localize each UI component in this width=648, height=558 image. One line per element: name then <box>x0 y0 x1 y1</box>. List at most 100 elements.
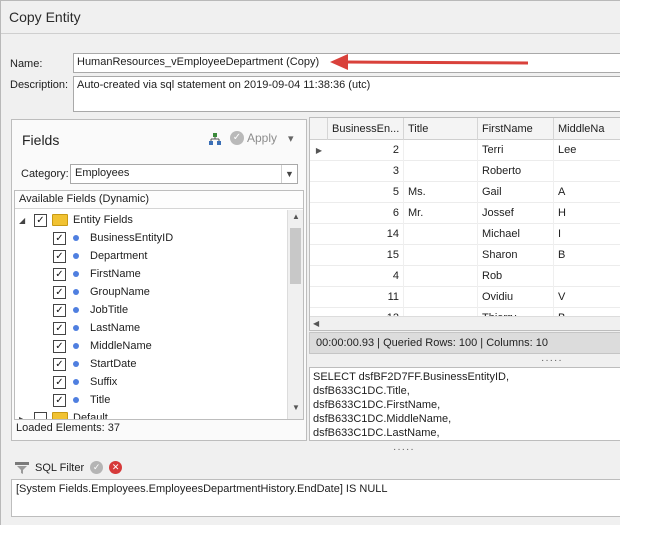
cell[interactable]: Michael <box>478 224 554 245</box>
scroll-up-icon[interactable]: ▲ <box>288 212 303 226</box>
query-status-bar: 00:00:00.93 | Queried Rows: 100 | Column… <box>309 332 620 354</box>
sql-line: dsfB633C1DC.FirstName, <box>313 399 441 411</box>
table-row[interactable]: 3 Roberto <box>310 161 620 182</box>
cell[interactable]: 15 <box>328 245 404 266</box>
cell[interactable]: Terri <box>478 140 554 161</box>
sql-text-box[interactable]: SELECT dsfBF2D7FF.BusinessEntityID, dsfB… <box>309 367 620 441</box>
tree-item[interactable]: ✓ MiddleName <box>53 337 152 355</box>
checkbox[interactable]: ✓ <box>53 285 66 299</box>
field-dot-icon <box>73 289 79 295</box>
tree-item[interactable]: ✓ FirstName <box>53 265 141 283</box>
description-input[interactable]: Auto-created via sql statement on 2019-0… <box>73 76 620 112</box>
cell[interactable]: 6 <box>328 203 404 224</box>
cell[interactable]: Rob <box>478 266 554 287</box>
cell[interactable]: Jossef <box>478 203 554 224</box>
available-fields-tree: Available Fields (Dynamic) ◢ ✓ Entity Fi… <box>14 190 304 420</box>
cell[interactable]: Sharon <box>478 245 554 266</box>
checkbox[interactable]: ✓ <box>53 357 66 371</box>
confirm-icon[interactable]: ✓ <box>90 461 104 474</box>
cell[interactable]: Lee <box>554 140 620 161</box>
table-row[interactable]: 6 Mr. Jossef H <box>310 203 620 224</box>
splitter-grip[interactable]: ····· <box>541 355 563 366</box>
cell[interactable]: 14 <box>328 224 404 245</box>
cell[interactable] <box>554 266 620 287</box>
scroll-left-icon[interactable]: ◀ <box>313 317 319 330</box>
category-select[interactable]: Employees ▼ <box>70 164 298 184</box>
cell[interactable]: 11 <box>328 287 404 308</box>
tree-item[interactable]: ✓ BusinessEntityID <box>53 229 173 247</box>
checkbox[interactable]: ✓ <box>53 231 66 245</box>
checkbox[interactable]: ✓ <box>53 393 66 407</box>
folder-icon <box>52 214 68 226</box>
cell[interactable]: Ovidiu <box>478 287 554 308</box>
cell[interactable]: Gail <box>478 182 554 203</box>
tree-item[interactable]: ✓ StartDate <box>53 355 136 373</box>
sql-filter-toolbar: SQL Filter ✓ ✕ <box>15 461 123 474</box>
checkbox[interactable]: ✓ <box>53 321 66 335</box>
checkbox[interactable]: ✓ <box>53 249 66 263</box>
pin-icon[interactable]: ▾ <box>288 132 294 145</box>
splitter-grip[interactable]: ····· <box>393 444 415 455</box>
tree-item[interactable]: ✓ GroupName <box>53 283 150 301</box>
cell[interactable] <box>554 161 620 182</box>
scroll-down-icon[interactable]: ▼ <box>288 403 303 417</box>
table-row[interactable]: 4 Rob <box>310 266 620 287</box>
tree-item[interactable]: ✓ JobTitle <box>53 301 128 319</box>
cell[interactable]: B <box>554 245 620 266</box>
checkbox[interactable]: ✓ <box>53 375 66 389</box>
cell[interactable] <box>404 287 478 308</box>
expand-icon[interactable]: ▸ <box>19 414 29 420</box>
tree-item-label: Title <box>90 394 111 406</box>
checkbox[interactable] <box>34 411 47 419</box>
chevron-down-icon[interactable]: ▼ <box>281 165 297 183</box>
col-header[interactable]: BusinessEn... <box>328 118 404 140</box>
checkbox[interactable]: ✓ <box>53 303 66 317</box>
cell[interactable]: H <box>554 203 620 224</box>
apply-button[interactable]: ✓ Apply <box>230 131 277 145</box>
cell[interactable]: Mr. <box>404 203 478 224</box>
collapse-icon[interactable]: ◢ <box>19 216 29 225</box>
cell[interactable]: 2 <box>328 140 404 161</box>
tree-group-entity-fields[interactable]: ◢ ✓ Entity Fields <box>19 211 133 229</box>
cell[interactable]: I <box>554 224 620 245</box>
tree-item[interactable]: ✓ Department <box>53 247 147 265</box>
name-input[interactable]: HumanResources_vEmployeeDepartment (Copy… <box>73 53 620 73</box>
cell[interactable]: Ms. <box>404 182 478 203</box>
grid-header: BusinessEn... Title FirstName MiddleNa <box>310 118 620 140</box>
table-row[interactable]: 11 Ovidiu V <box>310 287 620 308</box>
col-header[interactable]: Title <box>404 118 478 140</box>
tree-item[interactable]: ✓ LastName <box>53 319 140 337</box>
tree-item-label: JobTitle <box>90 304 129 316</box>
clear-filter-icon[interactable]: ✕ <box>109 461 123 474</box>
cell[interactable] <box>404 266 478 287</box>
cell[interactable]: V <box>554 287 620 308</box>
tree-item[interactable]: ✓ Title <box>53 391 110 409</box>
hierarchy-icon[interactable] <box>208 132 222 146</box>
cell[interactable] <box>404 245 478 266</box>
table-row[interactable]: 15 Sharon B <box>310 245 620 266</box>
cell[interactable] <box>404 224 478 245</box>
scroll-thumb[interactable] <box>290 228 301 284</box>
table-row[interactable]: 14 Michael I <box>310 224 620 245</box>
tree-scrollbar[interactable]: ▲ ▼ <box>287 210 303 419</box>
cell[interactable] <box>404 161 478 182</box>
cell[interactable]: 5 <box>328 182 404 203</box>
checkbox[interactable]: ✓ <box>34 213 47 227</box>
table-row[interactable]: 5 Ms. Gail A <box>310 182 620 203</box>
category-label: Category: <box>21 168 69 180</box>
cell[interactable]: A <box>554 182 620 203</box>
tree-item[interactable]: ✓ Suffix <box>53 373 117 391</box>
col-header[interactable]: MiddleNa <box>554 118 620 140</box>
cell[interactable] <box>404 140 478 161</box>
table-row[interactable]: ▶ 2 Terri Lee <box>310 140 620 161</box>
cell[interactable]: Roberto <box>478 161 554 182</box>
checkbox[interactable]: ✓ <box>53 267 66 281</box>
cell[interactable]: 3 <box>328 161 404 182</box>
grid-horizontal-scrollbar[interactable]: ◀ <box>310 316 620 330</box>
tree-group-default[interactable]: ▸ Default <box>19 409 108 420</box>
cell[interactable]: 4 <box>328 266 404 287</box>
sql-filter-input[interactable]: [System Fields.Employees.EmployeesDepart… <box>11 479 620 517</box>
col-header[interactable]: FirstName <box>478 118 554 140</box>
results-grid: BusinessEn... Title FirstName MiddleNa ▶… <box>309 117 620 331</box>
checkbox[interactable]: ✓ <box>53 339 66 353</box>
